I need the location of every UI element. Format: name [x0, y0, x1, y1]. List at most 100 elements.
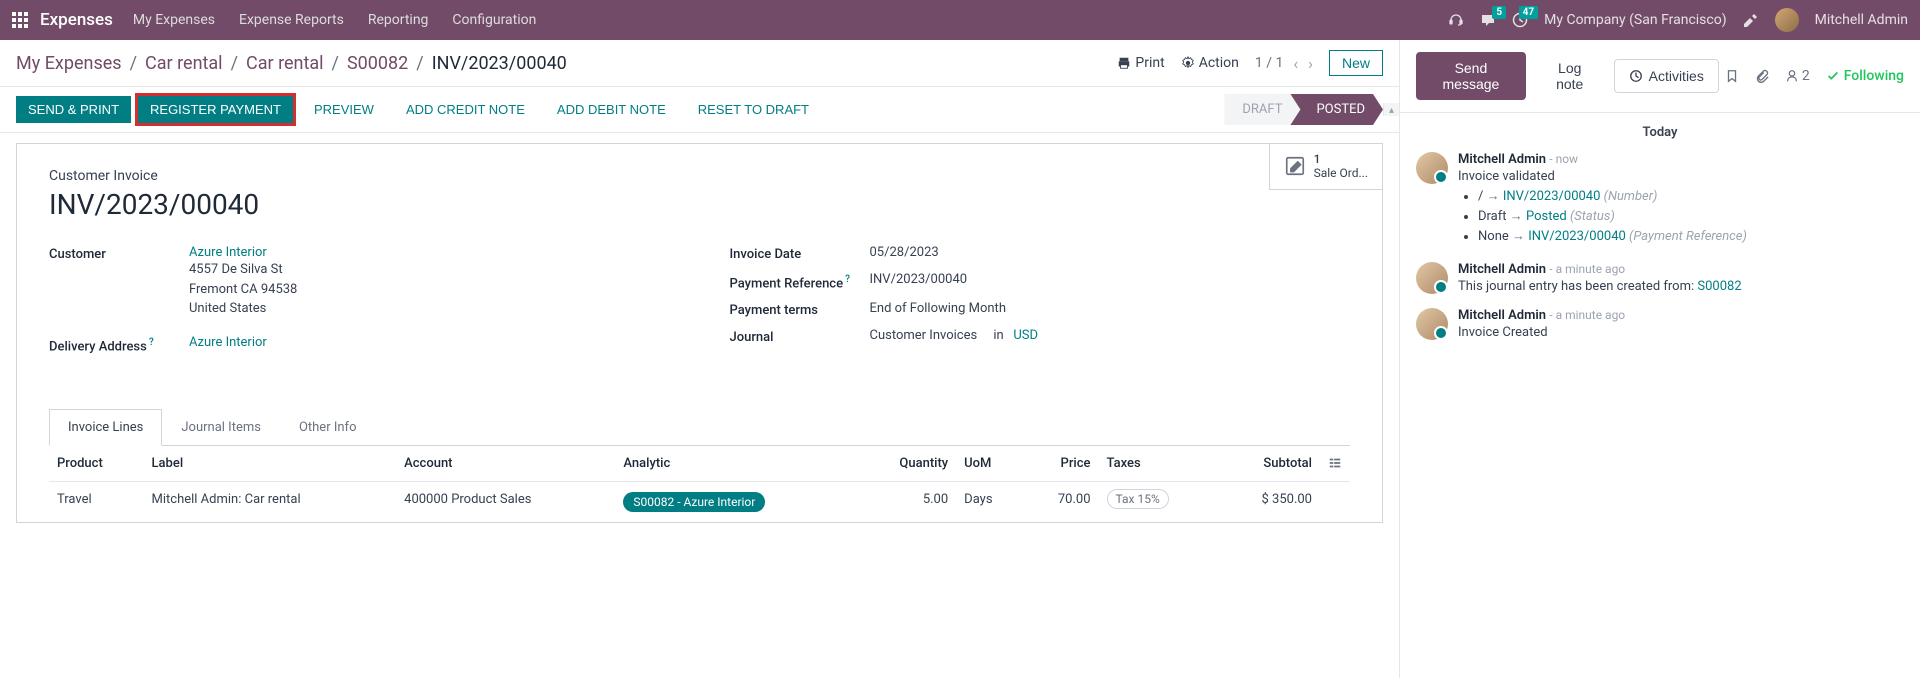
- status-posted[interactable]: POSTED: [1290, 94, 1383, 125]
- register-payment-button[interactable]: REGISTER PAYMENT: [138, 96, 293, 123]
- delivery-address-link[interactable]: Azure Interior: [189, 335, 267, 350]
- add-credit-note-button[interactable]: ADD CREDIT NOTE: [392, 96, 539, 123]
- user-name[interactable]: Mitchell Admin: [1815, 12, 1908, 28]
- breadcrumb-item[interactable]: My Expenses: [16, 53, 122, 74]
- support-icon[interactable]: [1448, 12, 1464, 28]
- scrollbar-up-icon[interactable]: ▴: [1383, 103, 1399, 116]
- user-avatar[interactable]: [1775, 8, 1799, 32]
- activities-button[interactable]: Activities: [1614, 59, 1719, 93]
- apps-icon[interactable]: [12, 12, 28, 28]
- status-draft[interactable]: DRAFT: [1224, 94, 1300, 125]
- message-time: - a minute ago: [1549, 308, 1625, 322]
- status-bar: DRAFT POSTED: [1224, 94, 1383, 125]
- message-time: - a minute ago: [1549, 262, 1625, 276]
- preview-button[interactable]: PREVIEW: [300, 96, 388, 123]
- sale-order-stat-button[interactable]: 1 Sale Ord...: [1269, 144, 1382, 190]
- breadcrumb-current: INV/2023/00040: [432, 53, 567, 74]
- company-selector[interactable]: My Company (San Francisco): [1544, 12, 1726, 28]
- journal-value: Customer Invoices: [870, 328, 978, 343]
- col-subtotal[interactable]: Subtotal: [1218, 446, 1320, 482]
- send-print-button[interactable]: SEND & PRINT: [16, 96, 131, 123]
- nav-expense-reports[interactable]: Expense Reports: [239, 12, 344, 28]
- change-item: None → INV/2023/00040 (Payment Reference…: [1478, 228, 1904, 244]
- pager: 1 / 1 ‹ ›: [1255, 54, 1313, 73]
- analytic-tag[interactable]: S00082 - Azure Interior: [623, 492, 765, 512]
- message-text: Invoice validated: [1458, 169, 1904, 184]
- tools-icon[interactable]: [1743, 12, 1759, 28]
- stat-label: Sale Ord...: [1314, 166, 1368, 180]
- payment-terms-value: End of Following Month: [870, 301, 1351, 316]
- bookmark-icon[interactable]: [1725, 69, 1739, 83]
- message-time: - now: [1549, 152, 1578, 166]
- message-author[interactable]: Mitchell Admin: [1458, 152, 1546, 167]
- pager-next-icon[interactable]: ›: [1308, 54, 1313, 73]
- pencil-icon: [1284, 155, 1306, 177]
- activities-icon[interactable]: 47: [1512, 12, 1528, 28]
- stat-count: 1: [1314, 152, 1321, 166]
- journal-label: Journal: [730, 328, 870, 345]
- col-quantity[interactable]: Quantity: [857, 446, 956, 482]
- addr-line: 4557 De Silva St: [189, 262, 283, 277]
- nav-my-expenses[interactable]: My Expenses: [133, 12, 215, 28]
- table-row[interactable]: Travel Mitchell Admin: Car rental 400000…: [49, 481, 1350, 522]
- invoice-type-label: Customer Invoice: [49, 168, 1350, 184]
- activities-badge: 47: [1519, 6, 1538, 19]
- new-button[interactable]: New: [1329, 50, 1383, 76]
- tab-journal-items[interactable]: Journal Items: [162, 409, 280, 446]
- form-sheet: 1 Sale Ord... Customer Invoice INV/2023/…: [16, 143, 1383, 523]
- cell-quantity: 5.00: [857, 481, 956, 522]
- col-uom[interactable]: UoM: [956, 446, 1024, 482]
- avatar[interactable]: [1416, 152, 1448, 184]
- message-author[interactable]: Mitchell Admin: [1458, 262, 1546, 277]
- attachment-icon[interactable]: [1755, 69, 1769, 83]
- chatter-header: Send message Log note Activities 2: [1400, 40, 1920, 113]
- message-text: This journal entry has been created from…: [1458, 279, 1904, 294]
- message: Mitchell Admin - now Invoice validated /…: [1416, 152, 1904, 248]
- invoice-lines-table: Product Label Account Analytic Quantity …: [49, 446, 1350, 522]
- chatter-body: Today Mitchell Admin - now Invoice valid…: [1400, 113, 1920, 678]
- col-account[interactable]: Account: [396, 446, 615, 482]
- payment-ref-label: Payment Reference?: [730, 272, 870, 291]
- cell-price: 70.00: [1024, 481, 1098, 522]
- message-author[interactable]: Mitchell Admin: [1458, 308, 1546, 323]
- invoice-date-label: Invoice Date: [730, 245, 870, 262]
- send-message-button[interactable]: Send message: [1416, 52, 1526, 100]
- messages-icon[interactable]: 5: [1480, 12, 1496, 28]
- messages-badge: 5: [1492, 6, 1506, 19]
- col-analytic[interactable]: Analytic: [615, 446, 857, 482]
- nav-reporting[interactable]: Reporting: [368, 12, 429, 28]
- avatar[interactable]: [1416, 262, 1448, 294]
- nav-menu: My Expenses Expense Reports Reporting Co…: [133, 12, 536, 28]
- pager-prev-icon[interactable]: ‹: [1293, 54, 1298, 73]
- add-debit-note-button[interactable]: ADD DEBIT NOTE: [543, 96, 680, 123]
- tab-invoice-lines[interactable]: Invoice Lines: [49, 409, 162, 446]
- col-product[interactable]: Product: [49, 446, 144, 482]
- reset-to-draft-button[interactable]: RESET TO DRAFT: [684, 96, 823, 123]
- following-button[interactable]: Following: [1826, 68, 1904, 84]
- nav-configuration[interactable]: Configuration: [452, 12, 536, 28]
- table-options-icon[interactable]: [1328, 456, 1342, 470]
- breadcrumb-item[interactable]: Car rental: [246, 53, 324, 74]
- tab-other-info[interactable]: Other Info: [280, 409, 376, 446]
- chatter-panel: Send message Log note Activities 2: [1400, 40, 1920, 678]
- currency-link[interactable]: USD: [1013, 328, 1038, 343]
- customer-link[interactable]: Azure Interior: [189, 245, 267, 260]
- breadcrumb-item[interactable]: S00082: [347, 53, 408, 74]
- col-price[interactable]: Price: [1024, 446, 1098, 482]
- followers-count[interactable]: 2: [1785, 68, 1810, 84]
- log-note-button[interactable]: Log note: [1532, 52, 1608, 100]
- cell-account: 400000 Product Sales: [396, 481, 615, 522]
- message: Mitchell Admin - a minute ago Invoice Cr…: [1416, 308, 1904, 340]
- app-brand[interactable]: Expenses: [40, 10, 113, 30]
- change-item: Draft → Posted (Status): [1478, 208, 1904, 224]
- print-button[interactable]: Print: [1117, 55, 1164, 71]
- payment-ref-value: INV/2023/00040: [870, 272, 1351, 287]
- tax-tag[interactable]: Tax 15%: [1107, 489, 1169, 509]
- breadcrumb: My Expenses/ Car rental/ Car rental/ S00…: [16, 53, 567, 74]
- breadcrumb-item[interactable]: Car rental: [145, 53, 223, 74]
- action-button[interactable]: Action: [1181, 55, 1239, 71]
- avatar[interactable]: [1416, 308, 1448, 340]
- col-taxes[interactable]: Taxes: [1099, 446, 1219, 482]
- top-navbar: Expenses My Expenses Expense Reports Rep…: [0, 0, 1920, 40]
- col-label[interactable]: Label: [144, 446, 397, 482]
